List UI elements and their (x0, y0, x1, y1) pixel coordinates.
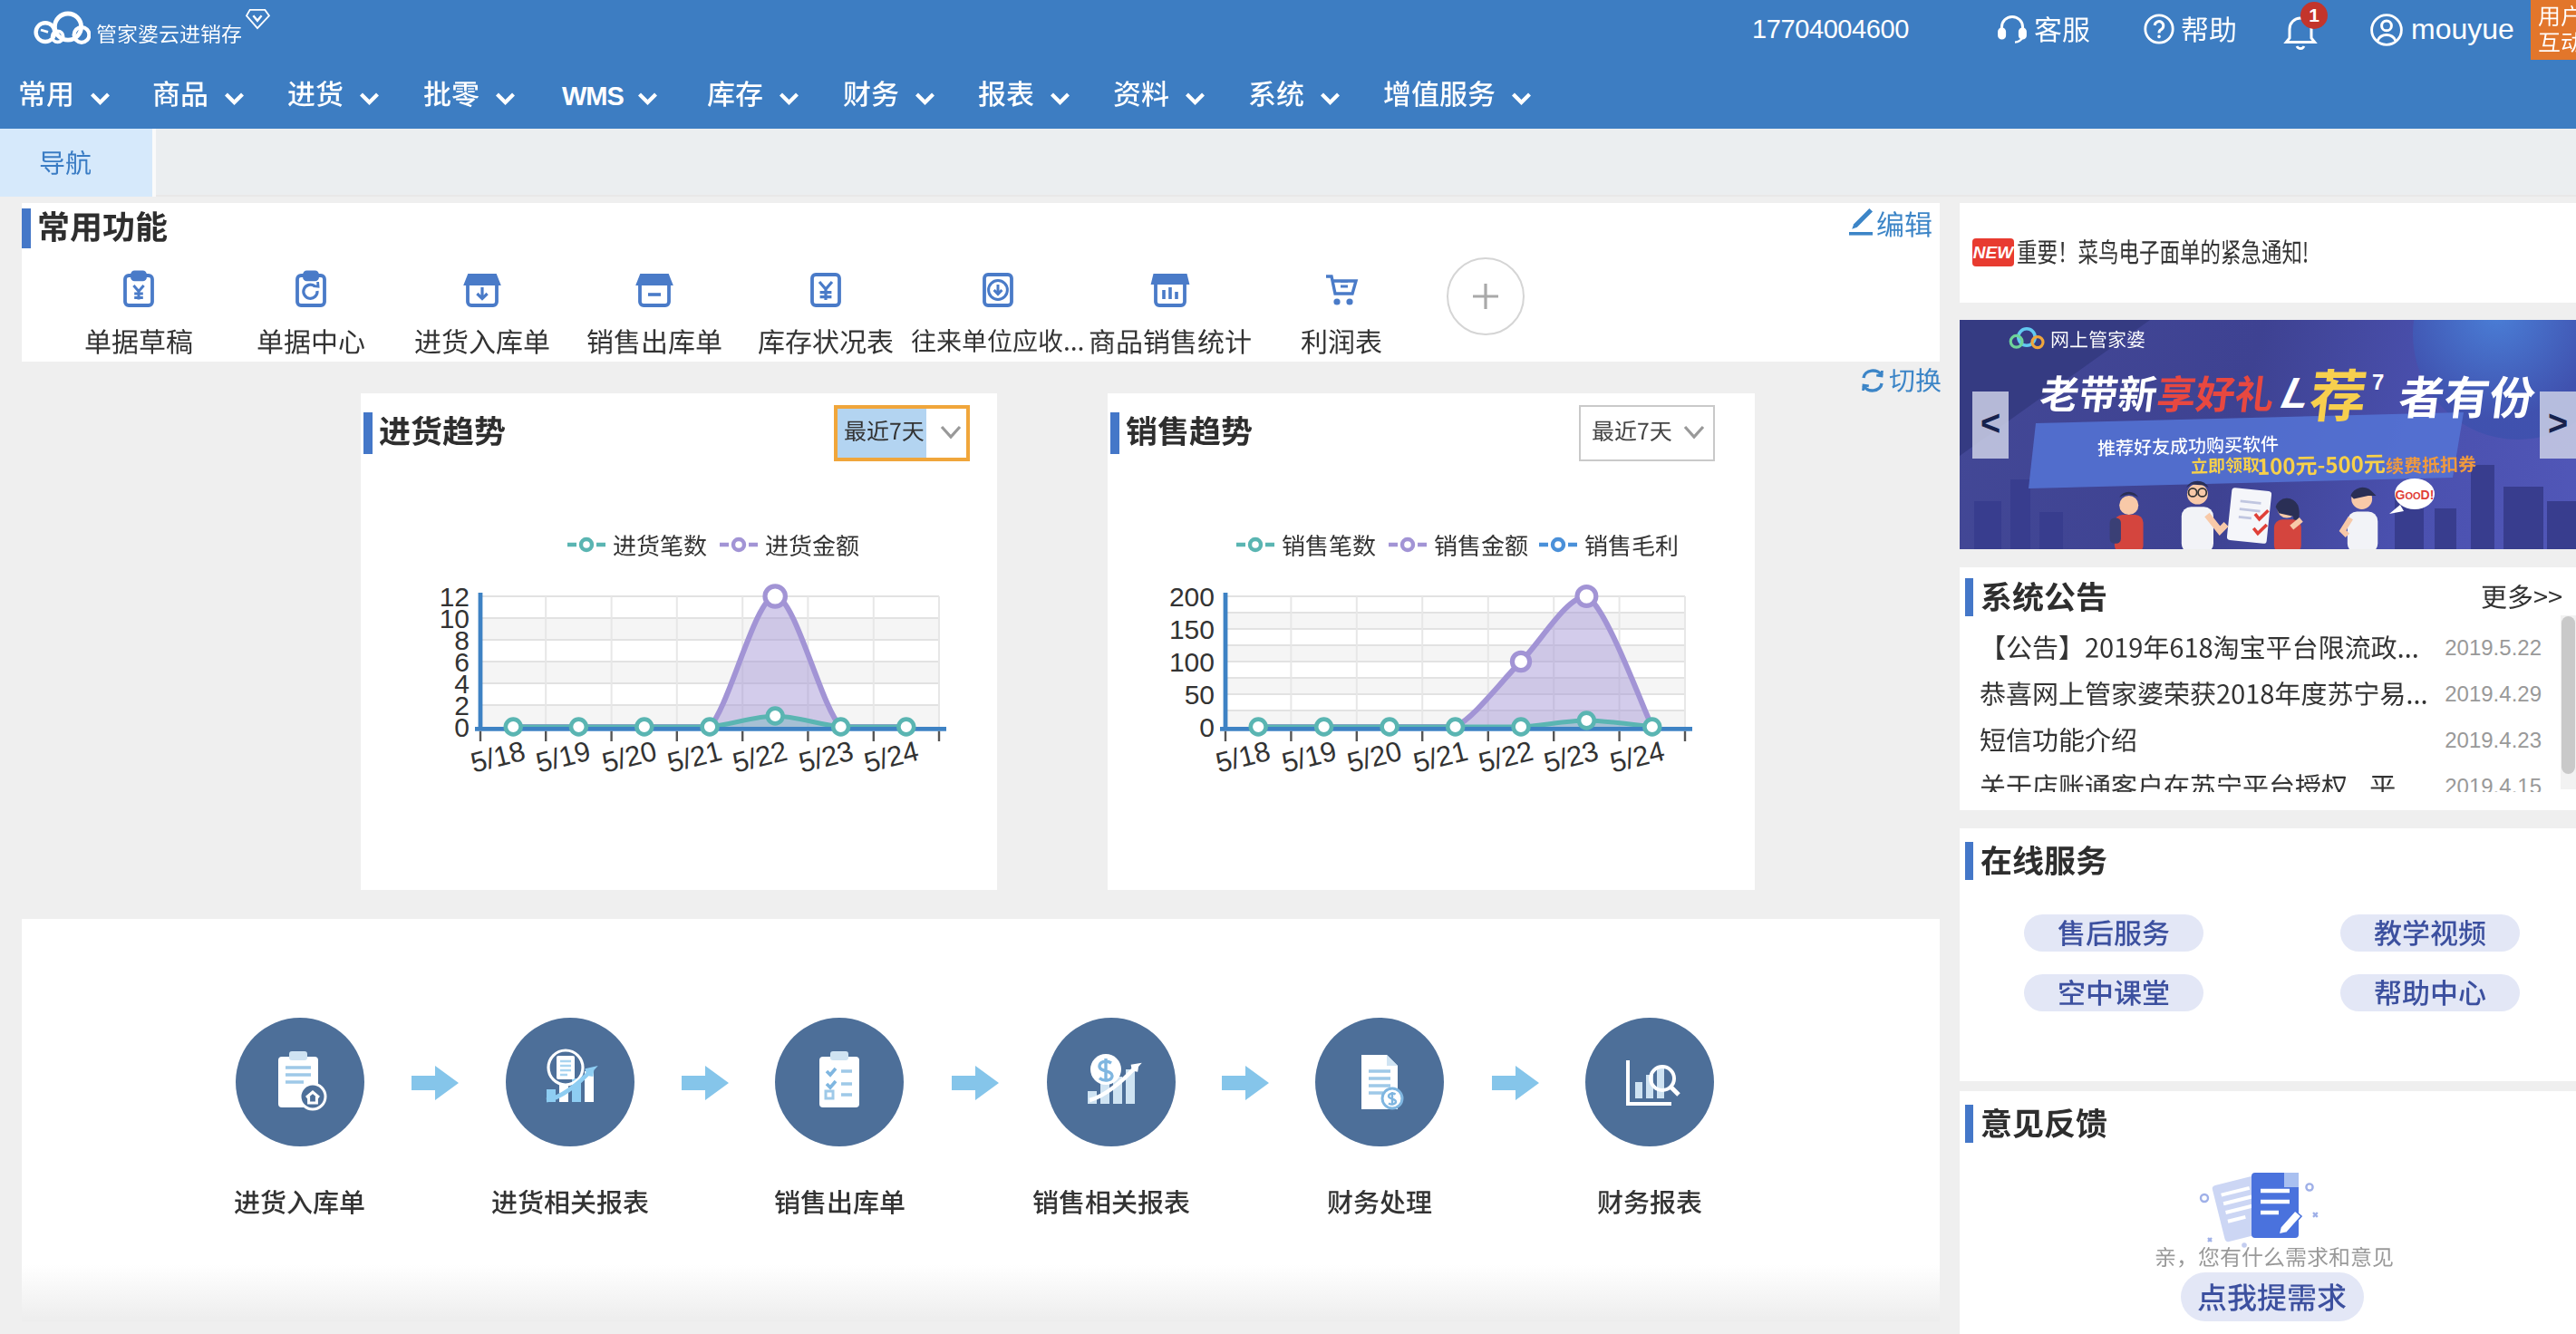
svg-text:GOOD!: GOOD! (2396, 488, 2435, 502)
